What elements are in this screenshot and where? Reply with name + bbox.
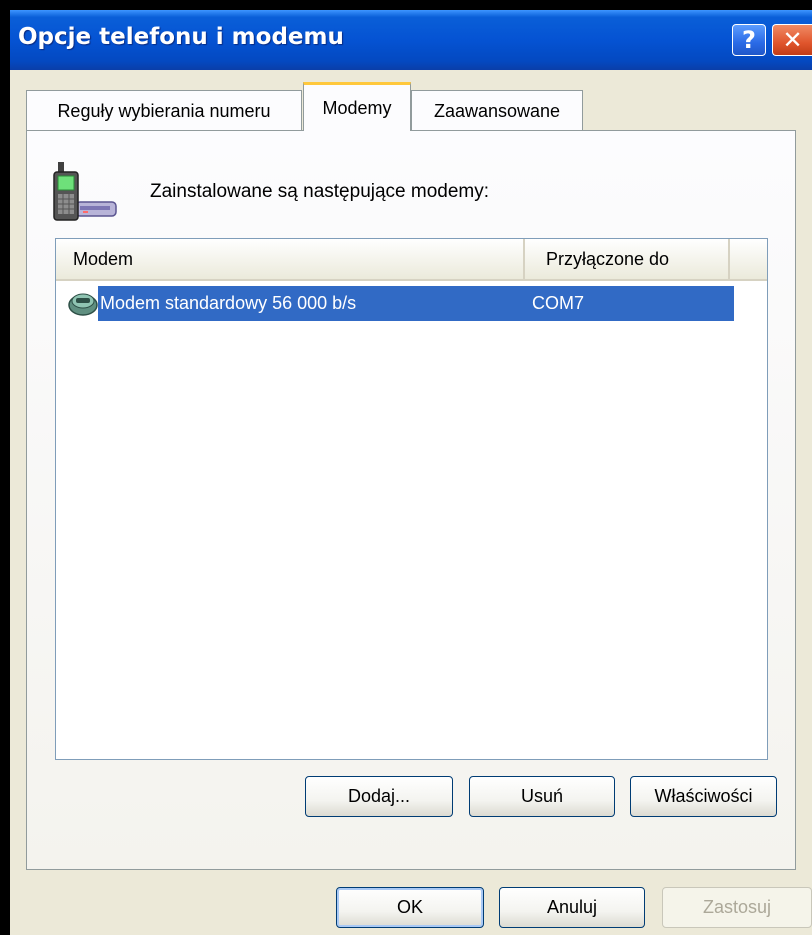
- add-button[interactable]: Dodaj...: [305, 776, 453, 817]
- ok-button[interactable]: OK: [336, 887, 484, 928]
- modems-list[interactable]: Modem Przyłączone do Modem standardowy 5…: [55, 238, 768, 760]
- modems-tab-panel: Zainstalowane są następujące modemy: Mod…: [26, 130, 796, 870]
- title-bar[interactable]: Opcje telefonu i modemu ? ✕: [10, 10, 812, 70]
- column-header-attached-to[interactable]: Przyłączone do: [525, 239, 730, 279]
- cancel-button[interactable]: Anuluj: [499, 887, 645, 928]
- close-button[interactable]: ✕: [772, 24, 812, 56]
- tab-modems[interactable]: Modemy: [303, 82, 411, 131]
- apply-button[interactable]: Zastosuj: [662, 887, 812, 928]
- column-header-modem[interactable]: Modem: [56, 239, 525, 279]
- phone-modem-options-dialog: Opcje telefonu i modemu ? ✕ Reguły wybie…: [10, 10, 812, 935]
- modem-icon: [68, 293, 98, 316]
- tab-dialing-rules[interactable]: Reguły wybierania numeru: [26, 90, 302, 130]
- properties-button[interactable]: Właściwości: [630, 776, 777, 817]
- installed-modems-label: Zainstalowane są następujące modemy:: [150, 181, 490, 202]
- window-title: Opcje telefonu i modemu: [18, 24, 344, 50]
- modem-name-cell: Modem standardowy 56 000 b/s: [100, 293, 357, 313]
- modem-row[interactable]: Modem standardowy 56 000 b/s COM7: [64, 286, 734, 321]
- remove-button[interactable]: Usuń: [469, 776, 615, 817]
- phone-modem-icon: [53, 162, 117, 221]
- modem-port-cell: COM7: [532, 293, 585, 313]
- help-button[interactable]: ?: [732, 24, 766, 56]
- tab-advanced[interactable]: Zaawansowane: [411, 90, 583, 130]
- list-header: Modem Przyłączone do: [56, 239, 767, 281]
